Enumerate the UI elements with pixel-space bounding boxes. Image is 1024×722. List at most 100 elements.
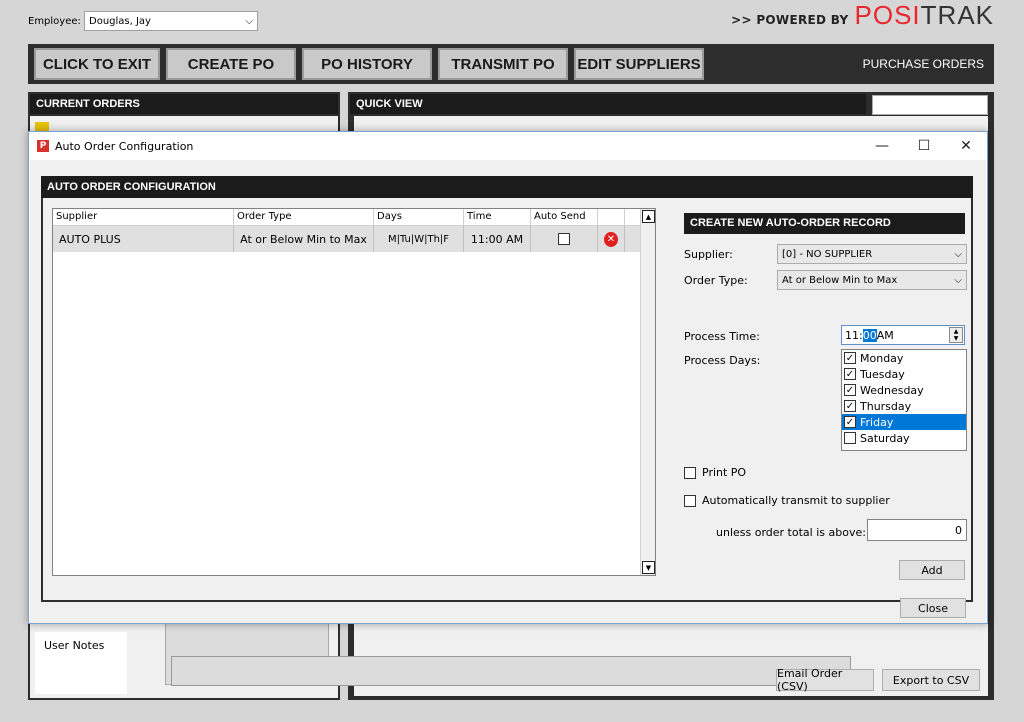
day-label: Thursday (860, 399, 912, 413)
brand-trak: TRAK (920, 0, 994, 30)
scroll-down-icon[interactable]: ▼ (642, 561, 655, 574)
col-days[interactable]: Days (374, 209, 464, 225)
day-checkbox[interactable]: ✓ (844, 416, 856, 428)
day-label: Saturday (860, 431, 910, 445)
process-days-label: Process Days: (684, 354, 761, 367)
po-history-button[interactable]: PO HISTORY (302, 48, 432, 80)
cell-delete: ✕ (598, 226, 625, 252)
chevron-down-icon: ⌵ (245, 15, 253, 27)
auto-order-frame-title: AUTO ORDER CONFIGURATION (41, 176, 973, 198)
process-time-label: Process Time: (684, 330, 760, 343)
dialog-body: AUTO ORDER CONFIGURATION Supplier Order … (30, 160, 986, 623)
chevron-down-icon: ⌵ (954, 248, 962, 260)
col-supplier[interactable]: Supplier (53, 209, 234, 225)
export-csv-button[interactable]: Export to CSV (882, 669, 980, 691)
user-notes-label: User Notes (44, 639, 105, 652)
spin-down-icon[interactable]: ▼ (954, 335, 959, 342)
employee-select[interactable]: Douglas, Jay ⌵ (84, 11, 258, 31)
cell-days: M|Tu|W|Th|F (374, 226, 464, 252)
add-button[interactable]: Add (899, 560, 965, 580)
process-days-list[interactable]: ✓ Monday ✓ Tuesday ✓ Wednesday ✓ Thursday ✓ F… (841, 349, 967, 451)
click-to-exit-button[interactable]: CLICK TO EXIT (34, 48, 160, 80)
grid-header-row: Supplier Order Type Days Time Auto Send (53, 209, 655, 226)
unless-label: unless order total is above: (716, 526, 866, 539)
grid-scrollbar[interactable]: ▲ ▼ (640, 209, 655, 575)
close-window-button[interactable]: ✕ (945, 132, 987, 160)
day-saturday[interactable]: Saturday (842, 430, 966, 446)
day-label: Monday (860, 351, 904, 365)
auto-order-grid[interactable]: Supplier Order Type Days Time Auto Send … (52, 208, 656, 576)
dialog-titlebar: P Auto Order Configuration — ☐ ✕ (29, 132, 987, 160)
day-checkbox[interactable]: ✓ (844, 384, 856, 396)
current-orders-header: CURRENT ORDERS (30, 94, 338, 114)
supplier-select[interactable]: [0] - NO SUPPLIER ⌵ (777, 244, 967, 264)
powered-by-logo: >> POWERED BY POSI TRAK (731, 0, 994, 31)
close-button[interactable]: Close (900, 598, 966, 618)
cell-auto-send (531, 226, 598, 252)
auto-order-frame: AUTO ORDER CONFIGURATION Supplier Order … (41, 176, 973, 602)
auto-transmit-label: Automatically transmit to supplier (702, 494, 890, 507)
day-thursday[interactable]: ✓ Thursday (842, 398, 966, 414)
day-checkbox[interactable]: ✓ (844, 400, 856, 412)
time-minute: 00 (862, 328, 877, 342)
print-po-option[interactable]: Print PO (684, 466, 746, 479)
day-checkbox[interactable]: ✓ (844, 368, 856, 380)
supplier-label: Supplier: (684, 248, 733, 261)
day-wednesday[interactable]: ✓ Wednesday (842, 382, 966, 398)
supplier-value: [0] - NO SUPPLIER (782, 248, 873, 260)
col-auto-send[interactable]: Auto Send (531, 209, 598, 225)
create-record-header: CREATE NEW AUTO-ORDER RECORD (684, 213, 965, 234)
day-label: Wednesday (860, 383, 924, 397)
cell-order-type: At or Below Min to Max (234, 226, 374, 252)
auto-transmit-option[interactable]: Automatically transmit to supplier (684, 494, 890, 507)
order-type-value: At or Below Min to Max (782, 274, 898, 286)
time-spinner[interactable]: ▲ ▼ (949, 327, 963, 343)
create-po-button[interactable]: CREATE PO (166, 48, 296, 80)
auto-order-dialog: P Auto Order Configuration — ☐ ✕ AUTO OR… (28, 131, 988, 624)
threshold-input[interactable]: 0 (867, 519, 967, 541)
time-ampm: AM (876, 328, 894, 342)
time-hour: 11: (845, 328, 863, 342)
scroll-up-icon[interactable]: ▲ (642, 210, 655, 223)
day-checkbox[interactable]: ✓ (844, 352, 856, 364)
day-label: Friday (860, 415, 894, 429)
print-po-checkbox[interactable] (684, 466, 696, 479)
order-type-select[interactable]: At or Below Min to Max ⌵ (777, 270, 967, 290)
quick-view-search[interactable] (872, 95, 988, 115)
print-po-label: Print PO (702, 466, 747, 479)
day-tuesday[interactable]: ✓ Tuesday (842, 366, 966, 382)
day-checkbox[interactable] (844, 432, 856, 444)
main-toolbar: CLICK TO EXIT CREATE PO PO HISTORY TRANS… (28, 44, 994, 84)
employee-value: Douglas, Jay (89, 15, 151, 27)
auto-send-checkbox[interactable] (558, 233, 570, 245)
auto-order-content: Supplier Order Type Days Time Auto Send … (43, 198, 971, 600)
app-logo-icon: P (37, 140, 49, 152)
spin-up-icon[interactable]: ▲ (954, 328, 959, 335)
process-time-input[interactable]: 11: 00 AM ▲ ▼ (841, 325, 965, 345)
user-notes-box[interactable]: User Notes (35, 632, 127, 694)
maximize-button[interactable]: ☐ (903, 132, 945, 160)
chevron-down-icon: ⌵ (954, 274, 962, 286)
day-friday[interactable]: ✓ Friday (842, 414, 966, 430)
employee-label: Employee: (28, 16, 81, 27)
brand-posi: POSI (854, 0, 921, 30)
order-type-label: Order Type: (684, 274, 748, 287)
col-delete (598, 209, 625, 225)
powered-by-text: >> POWERED BY (731, 13, 849, 27)
bottom-strip (171, 656, 851, 686)
cell-supplier: AUTO PLUS (53, 226, 234, 252)
email-order-button[interactable]: Email Order (CSV) (776, 667, 874, 693)
col-time[interactable]: Time (464, 209, 531, 225)
edit-suppliers-button[interactable]: EDIT SUPPLIERS (574, 48, 704, 80)
table-row[interactable]: AUTO PLUS At or Below Min to Max M|Tu|W|… (53, 226, 655, 252)
transmit-po-button[interactable]: TRANSMIT PO (438, 48, 568, 80)
col-order-type[interactable]: Order Type (234, 209, 374, 225)
quick-view-header: QUICK VIEW (350, 94, 866, 114)
auto-transmit-checkbox[interactable] (684, 494, 696, 507)
day-monday[interactable]: ✓ Monday (842, 350, 966, 366)
delete-icon[interactable]: ✕ (604, 231, 618, 247)
section-title: PURCHASE ORDERS (862, 57, 984, 71)
minimize-button[interactable]: — (861, 132, 903, 160)
dialog-title: Auto Order Configuration (55, 139, 194, 153)
cell-time: 11:00 AM (464, 226, 531, 252)
